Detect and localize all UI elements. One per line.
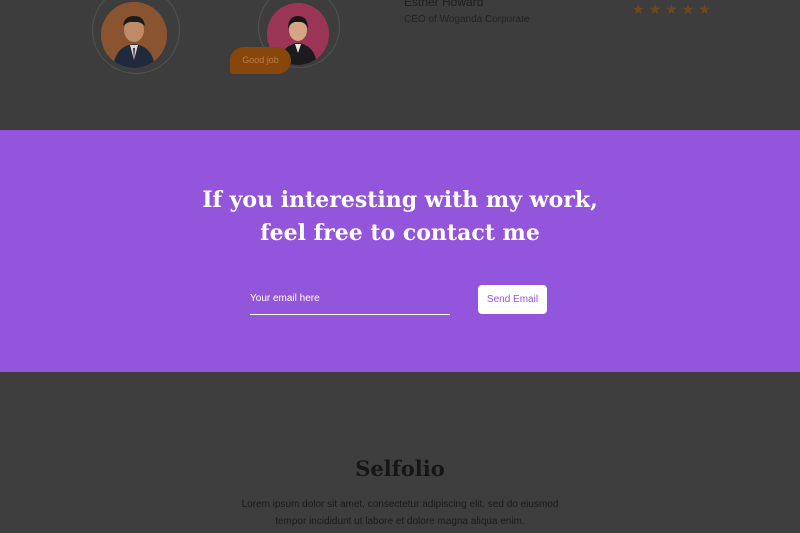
contact-headline-line2: feel free to contact me xyxy=(260,220,540,246)
email-input[interactable] xyxy=(250,286,450,310)
email-field xyxy=(250,286,450,315)
footer-brand: Selfolio xyxy=(355,456,445,481)
testimonial-section: Good job Esther Howard CEO of Woganda Co… xyxy=(0,0,800,130)
footer-section: Selfolio Lorem ipsum dolor sit amet, con… xyxy=(0,372,800,533)
testimonial-name: Esther Howard xyxy=(404,0,484,9)
star-icon: ★ xyxy=(698,1,711,17)
star-rating: ★ ★ ★ ★ ★ xyxy=(632,2,711,16)
star-icon: ★ xyxy=(632,1,645,17)
page: Good job Esther Howard CEO of Woganda Co… xyxy=(0,0,800,533)
star-icon: ★ xyxy=(681,1,695,17)
star-icon: ★ xyxy=(665,1,678,17)
star-icon: ★ xyxy=(648,1,662,17)
avatar xyxy=(101,2,167,68)
contact-headline-line1: If you interesting with my work, xyxy=(202,187,598,213)
footer-description: Lorem ipsum dolor sit amet, consectetur … xyxy=(241,499,559,527)
testimonial-bubble: Good job xyxy=(230,47,291,74)
contact-section: If you interesting with my work, feel fr… xyxy=(0,130,800,372)
send-email-button[interactable]: Send Email xyxy=(478,285,547,314)
testimonial-role: CEO of Woganda Corporate xyxy=(404,14,530,25)
contact-headline: If you interesting with my work, feel fr… xyxy=(0,184,800,250)
